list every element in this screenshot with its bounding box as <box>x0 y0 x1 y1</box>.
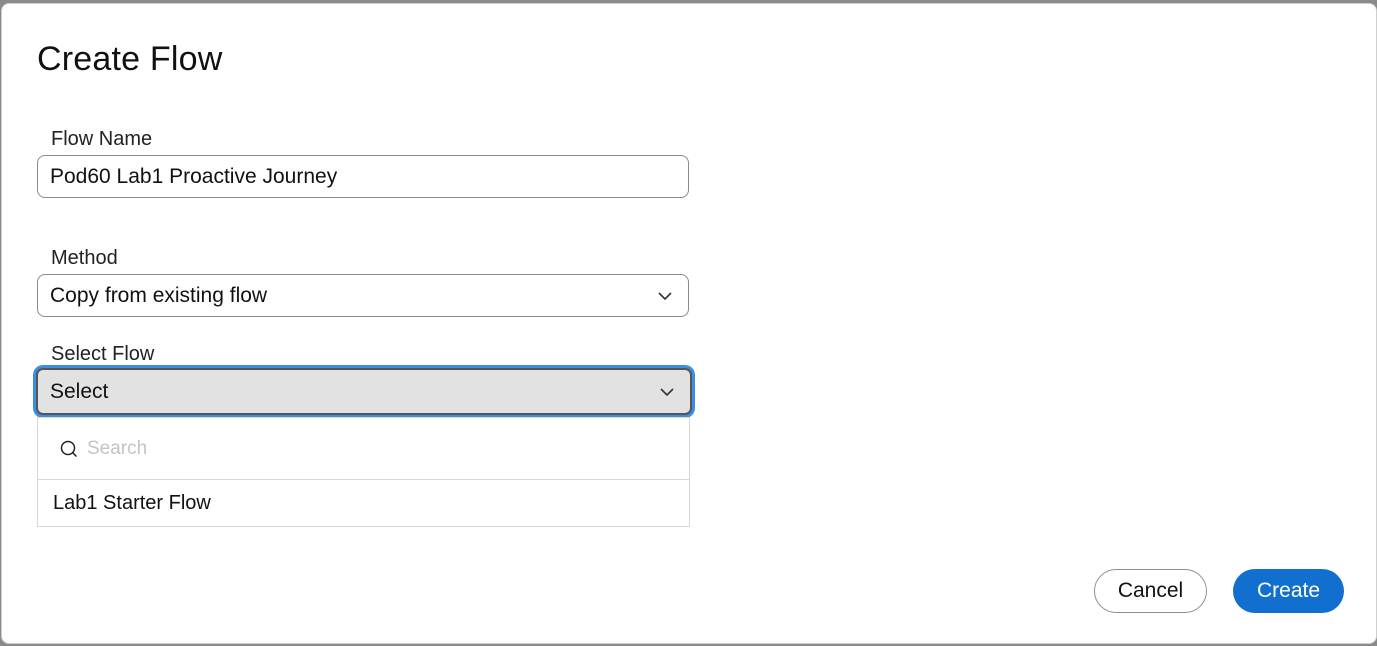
select-flow-dropdown: Lab1 Starter Flow <box>37 417 690 527</box>
select-flow-selected-value: Select <box>50 379 109 403</box>
select-flow-label: Select Flow <box>51 343 155 365</box>
flow-name-input[interactable] <box>50 164 688 189</box>
dropdown-option[interactable]: Lab1 Starter Flow <box>38 480 689 526</box>
method-select[interactable]: Copy from existing flow <box>37 274 689 317</box>
method-selected-value: Copy from existing flow <box>50 283 268 307</box>
search-icon <box>60 440 78 457</box>
flow-name-field[interactable] <box>37 155 689 198</box>
dialog-title: Create Flow <box>37 40 223 78</box>
select-flow-select[interactable]: Select <box>36 368 692 415</box>
dropdown-search <box>38 418 689 480</box>
dropdown-search-input[interactable] <box>85 436 589 461</box>
create-button[interactable]: Create <box>1233 569 1344 613</box>
chevron-down-icon <box>658 291 672 300</box>
method-label: Method <box>51 247 118 269</box>
create-flow-dialog: Create Flow Flow Name Method Copy from e… <box>1 3 1377 644</box>
chevron-down-icon <box>660 387 674 396</box>
flow-name-label: Flow Name <box>51 128 153 150</box>
cancel-button[interactable]: Cancel <box>1094 569 1207 613</box>
